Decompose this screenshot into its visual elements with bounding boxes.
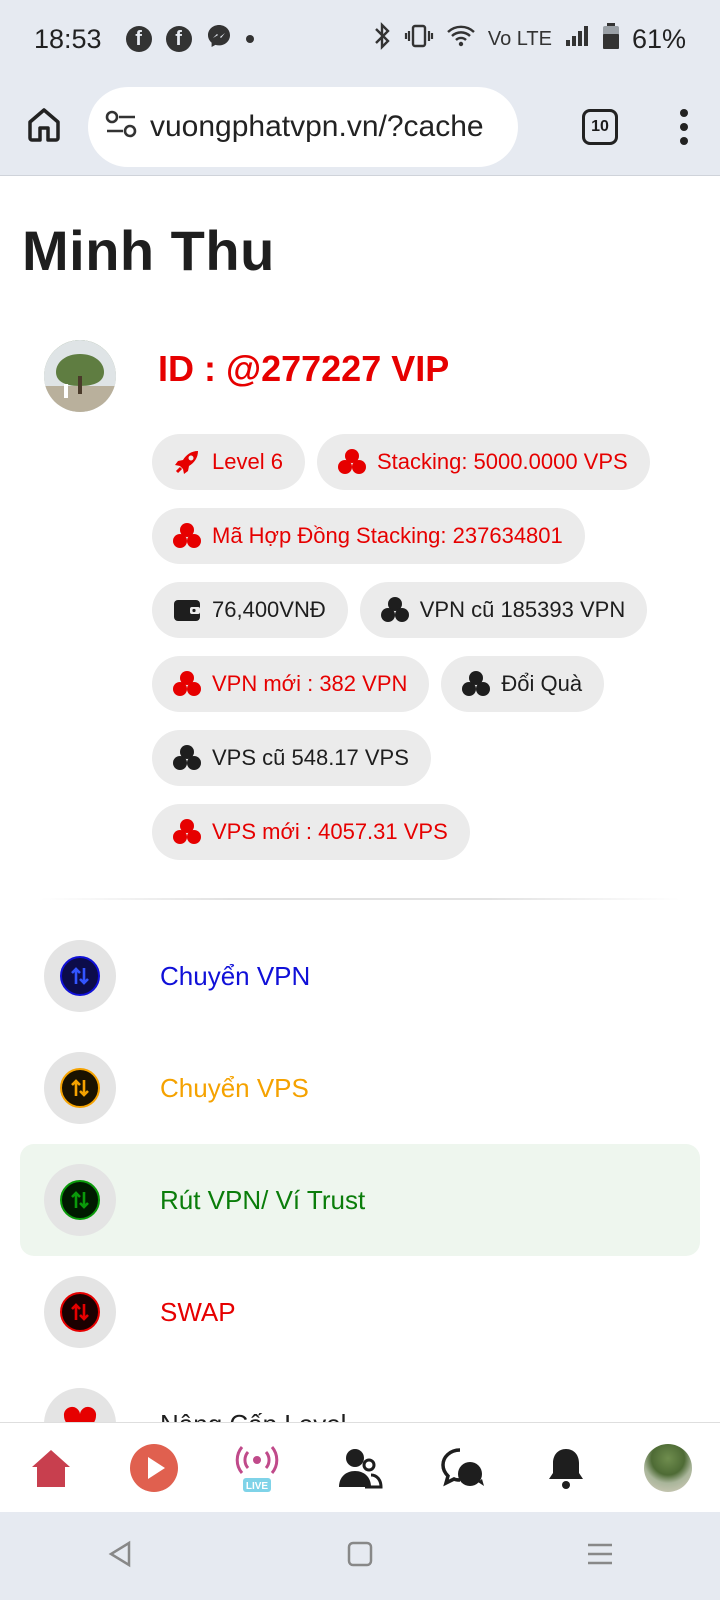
browser-toolbar: vuongphatvpn.vn/?cache 10 bbox=[0, 78, 720, 176]
menu-item-transfer-vpn[interactable]: Chuyển VPN bbox=[20, 920, 700, 1032]
home-icon[interactable] bbox=[24, 104, 64, 149]
menu-label: Chuyển VPS bbox=[160, 1072, 309, 1103]
vpn-new-chip[interactable]: VPN mới : 382 VPN bbox=[152, 656, 430, 712]
chip-label: VPS cũ 548.17 VPS bbox=[212, 745, 409, 770]
contract-chip[interactable]: Mã Hợp Đồng Stacking: 237634801 bbox=[152, 508, 585, 564]
coins-icon bbox=[461, 669, 491, 699]
notification-icons: f f bbox=[125, 23, 254, 56]
wallet-icon bbox=[172, 595, 202, 625]
site-settings-icon[interactable] bbox=[104, 109, 138, 144]
system-icons: Vo LTE 61% bbox=[372, 21, 686, 57]
messenger-icon bbox=[206, 23, 232, 56]
coins-icon bbox=[172, 669, 202, 699]
menu-item-withdraw-vpn[interactable]: Rút VPN/ Ví Trust bbox=[20, 1144, 700, 1256]
gift-exchange-chip[interactable]: Đổi Quà bbox=[441, 656, 605, 712]
signal-icon bbox=[564, 24, 590, 55]
transfer-arrows-icon bbox=[60, 1068, 100, 1108]
status-bar: 18:53 f f Vo LTE 61% bbox=[0, 0, 720, 78]
system-navigation bbox=[0, 1512, 720, 1600]
coins-icon bbox=[172, 817, 202, 847]
avatar bbox=[44, 340, 116, 412]
menu-label: SWAP bbox=[160, 1296, 236, 1327]
dot-icon bbox=[245, 35, 254, 43]
chat-icon[interactable] bbox=[433, 1438, 493, 1498]
address-bar[interactable]: vuongphatvpn.vn/?cache bbox=[88, 86, 518, 167]
vpn-old-chip[interactable]: VPN cũ 185393 VPN bbox=[359, 582, 648, 638]
wallet-chip[interactable]: 76,400VNĐ bbox=[152, 582, 348, 638]
chip-label: VPS mới : 4057.31 VPS bbox=[212, 819, 448, 844]
status-time: 18:53 bbox=[34, 23, 102, 54]
chip-label: 76,400VNĐ bbox=[212, 597, 326, 622]
bottom-navigation: LIVE bbox=[0, 1422, 720, 1512]
chip-label: Đổi Quà bbox=[501, 671, 583, 696]
vibrate-icon bbox=[404, 23, 434, 56]
menu-item-swap[interactable]: SWAP bbox=[20, 1256, 700, 1368]
transfer-arrows-icon bbox=[60, 1180, 100, 1220]
vps-new-chip[interactable]: VPS mới : 4057.31 VPS bbox=[152, 804, 470, 860]
avatar[interactable] bbox=[638, 1438, 698, 1498]
transfer-arrows-icon bbox=[60, 956, 100, 996]
live-icon[interactable]: LIVE bbox=[227, 1438, 287, 1498]
page-title: Minh Thu bbox=[22, 219, 275, 282]
chip-label: VPN mới : 382 VPN bbox=[212, 671, 408, 696]
menu-item-transfer-vps[interactable]: Chuyển VPS bbox=[20, 1032, 700, 1144]
more-menu-icon[interactable] bbox=[680, 108, 688, 145]
bell-icon[interactable] bbox=[536, 1438, 596, 1498]
chip-label: Level 6 bbox=[212, 449, 283, 474]
action-menu: Chuyển VPN Chuyển VPS Rút VPN/ Ví Trust … bbox=[20, 920, 700, 1480]
bluetooth-icon bbox=[372, 21, 392, 57]
menu-label: Rút VPN/ Ví Trust bbox=[160, 1184, 366, 1215]
facebook-icon: f bbox=[165, 26, 192, 52]
tab-switcher-button[interactable]: 10 bbox=[582, 108, 618, 145]
play-icon[interactable] bbox=[124, 1438, 184, 1498]
transfer-arrows-icon bbox=[60, 1292, 100, 1332]
chip-label: Mã Hợp Đồng Stacking: 237634801 bbox=[212, 523, 563, 548]
divider bbox=[40, 898, 680, 900]
live-label: LIVE bbox=[246, 1481, 269, 1492]
chip-label: VPN cũ 185393 VPN bbox=[419, 597, 626, 622]
battery-level: 61% bbox=[631, 23, 686, 54]
level-chip[interactable]: Level 6 bbox=[152, 434, 305, 490]
rocket-icon bbox=[172, 447, 202, 477]
coins-icon bbox=[337, 447, 367, 477]
coins-icon bbox=[380, 595, 410, 625]
coins-icon bbox=[172, 521, 202, 551]
facebook-icon: f bbox=[125, 26, 152, 52]
recents-icon[interactable] bbox=[585, 1539, 615, 1574]
volte-icon: Vo LTE bbox=[487, 27, 552, 50]
friends-icon[interactable] bbox=[330, 1438, 390, 1498]
home-icon[interactable] bbox=[21, 1438, 81, 1498]
back-icon[interactable] bbox=[105, 1539, 135, 1574]
url-text: vuongphatvpn.vn/?cache bbox=[150, 109, 484, 143]
battery-icon bbox=[602, 22, 620, 57]
stats-chips: Level 6 Stacking: 5000.0000 VPS Mã Hợp Đ… bbox=[152, 434, 692, 878]
coins-icon bbox=[172, 743, 202, 773]
menu-label: Chuyển VPN bbox=[160, 960, 311, 991]
user-id: ID : @277227 VIP bbox=[158, 348, 450, 389]
wifi-icon bbox=[446, 24, 476, 55]
home-button-icon[interactable] bbox=[345, 1539, 375, 1574]
chip-label: Stacking: 5000.0000 VPS bbox=[376, 449, 628, 474]
vps-old-chip[interactable]: VPS cũ 548.17 VPS bbox=[152, 730, 431, 786]
stacking-chip[interactable]: Stacking: 5000.0000 VPS bbox=[316, 434, 650, 490]
